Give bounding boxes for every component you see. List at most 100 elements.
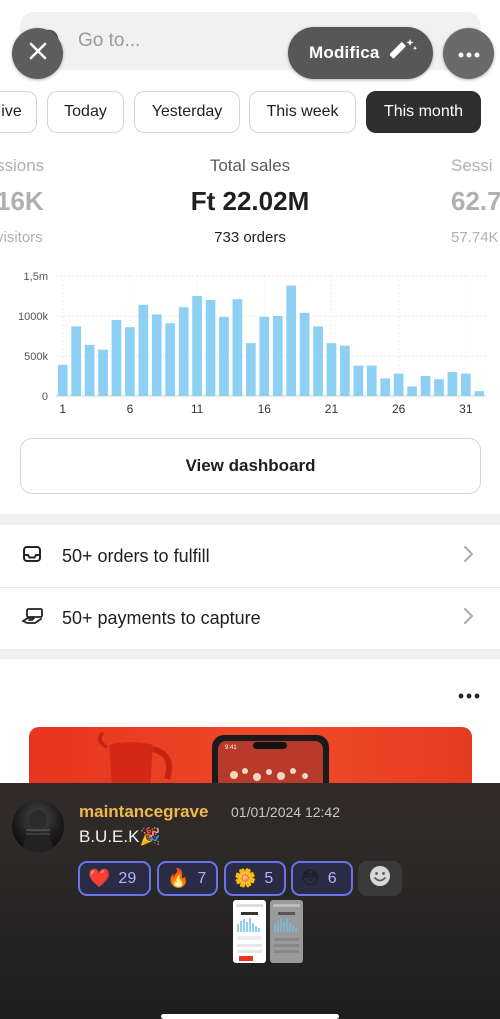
metric-value: 62.7	[451, 186, 500, 216]
add-reaction-button[interactable]	[358, 861, 402, 896]
section-divider	[0, 649, 500, 659]
x-tick-label: 16	[258, 402, 272, 416]
search-input[interactable]: Go to...	[78, 30, 140, 52]
chart-bar[interactable]	[138, 304, 149, 396]
tab-this-month[interactable]: This month	[366, 91, 481, 133]
chart-bar[interactable]	[393, 373, 404, 396]
chart-bar[interactable]	[474, 391, 485, 396]
date-range-tabs: ive Today Yesterday This week This month	[0, 91, 500, 133]
task-label: 50+ payments to capture	[62, 608, 261, 628]
chart-bar[interactable]	[178, 307, 189, 396]
chart-bar[interactable]	[111, 320, 122, 396]
metric-sessions-right[interactable]: Sessi 62.7 57.74K	[451, 156, 500, 246]
chart-bar[interactable]	[71, 326, 81, 396]
chart-bar[interactable]	[447, 372, 458, 396]
x-tick-label: 31	[459, 402, 473, 416]
metric-value: Ft 22.02M	[190, 186, 310, 216]
chart-bar[interactable]	[232, 299, 243, 396]
chart-bar[interactable]	[326, 343, 337, 396]
chart-bar[interactable]	[340, 345, 350, 396]
chat-timestamp: 01/01/2024 12:42	[231, 804, 340, 820]
reaction-count: 6	[327, 869, 337, 887]
chart-bar[interactable]	[272, 316, 283, 396]
chart-bar[interactable]	[420, 376, 431, 396]
reaction-count: 7	[197, 869, 207, 887]
y-tick-label: 1,5m	[24, 271, 48, 283]
chart-bar[interactable]	[125, 327, 135, 396]
sales-bar-chart: 1,5m1000k500k01 6 11 16 21 26 31	[18, 271, 486, 416]
tab-this-week[interactable]: This week	[249, 91, 356, 133]
avatar[interactable]	[12, 800, 64, 852]
chart-bar[interactable]	[219, 316, 229, 396]
tab-today[interactable]: Today	[47, 91, 124, 133]
metric-total-sales[interactable]: Total sales Ft 22.02M 733 orders	[150, 156, 350, 246]
chart-bar[interactable]	[380, 378, 391, 396]
chart-bar[interactable]	[461, 373, 471, 396]
chart-bar[interactable]	[246, 343, 256, 396]
promo-banner-image[interactable]: 9:41	[29, 727, 472, 787]
attachment-thumbnail[interactable]	[233, 900, 266, 963]
task-orders-to-fulfill[interactable]: 50+ orders to fulfill	[0, 526, 500, 587]
hand-money-icon	[22, 606, 44, 631]
chart-bar[interactable]	[98, 349, 108, 396]
ellipsis-icon	[458, 45, 480, 63]
reaction-flower[interactable]: 🌼 5	[224, 861, 286, 896]
more-options-button[interactable]	[443, 28, 494, 79]
metric-sub: visitors	[0, 229, 43, 246]
task-label: 50+ orders to fulfill	[62, 546, 210, 566]
chart-bar[interactable]	[259, 316, 270, 396]
chart-bar[interactable]	[434, 379, 444, 396]
svg-text:9:41: 9:41	[225, 745, 237, 751]
chart-bar[interactable]	[84, 344, 95, 396]
chart-bar[interactable]	[165, 323, 176, 396]
chart-bar[interactable]	[57, 364, 68, 396]
reaction-fire[interactable]: 🔥 7	[157, 861, 218, 896]
y-tick-label: 1000k	[18, 311, 48, 323]
reaction-flushed[interactable]: 😳 6	[291, 861, 353, 896]
heart-emoji-icon: ❤️	[88, 868, 111, 888]
metric-title: Sessi	[451, 156, 493, 175]
home-indicator	[161, 1014, 339, 1019]
attachment-thumbnail[interactable]	[270, 900, 303, 963]
tab-live[interactable]: ive	[0, 91, 37, 133]
close-button[interactable]	[12, 28, 63, 79]
x-tick-label: 21	[325, 402, 339, 416]
chart-bar[interactable]	[353, 365, 364, 396]
metric-sessions-left[interactable]: ssions 16K visitors	[0, 156, 56, 246]
reaction-count: 29	[118, 869, 137, 887]
view-dashboard-button[interactable]: View dashboard	[20, 438, 481, 494]
section-divider	[0, 514, 500, 525]
x-tick-label: 6	[127, 402, 134, 416]
chat-username[interactable]: maintancegrave	[79, 802, 208, 822]
close-icon	[28, 41, 48, 66]
card-more-icon[interactable]	[458, 686, 480, 704]
metric-sub: 733 orders	[214, 229, 286, 246]
reaction-count: 5	[264, 869, 274, 887]
chart-bar[interactable]	[205, 300, 216, 396]
task-payments-to-capture[interactable]: 50+ payments to capture	[0, 588, 500, 649]
chat-message: B.U.E.K🎉	[79, 827, 161, 846]
x-tick-label: 11	[191, 402, 204, 416]
y-tick-label: 0	[42, 391, 48, 403]
chart-bar[interactable]	[286, 285, 296, 396]
modify-button-label: Modifica	[309, 43, 380, 62]
fire-emoji-icon: 🔥	[167, 868, 190, 888]
chevron-right-icon	[462, 607, 474, 630]
reaction-heart[interactable]: ❤️ 29	[78, 861, 151, 896]
chart-bar[interactable]	[407, 386, 417, 396]
chart-bar[interactable]	[299, 312, 310, 396]
chart-bar[interactable]	[151, 314, 162, 396]
chart-bar[interactable]	[366, 365, 377, 396]
tab-yesterday[interactable]: Yesterday	[134, 91, 240, 133]
magic-pencil-icon	[389, 37, 418, 70]
metric-sub: 57.74K	[451, 229, 499, 246]
chart-bar[interactable]	[313, 326, 323, 396]
metric-value: 16K	[0, 186, 44, 216]
x-tick-label: 1	[59, 402, 66, 416]
modify-button[interactable]: Modifica	[288, 27, 433, 79]
metric-title: Total sales	[209, 156, 291, 175]
chart-bar[interactable]	[192, 296, 202, 396]
chevron-right-icon	[462, 545, 474, 568]
metric-title: ssions	[0, 156, 45, 175]
flushed-emoji-icon: 😳	[301, 868, 320, 888]
